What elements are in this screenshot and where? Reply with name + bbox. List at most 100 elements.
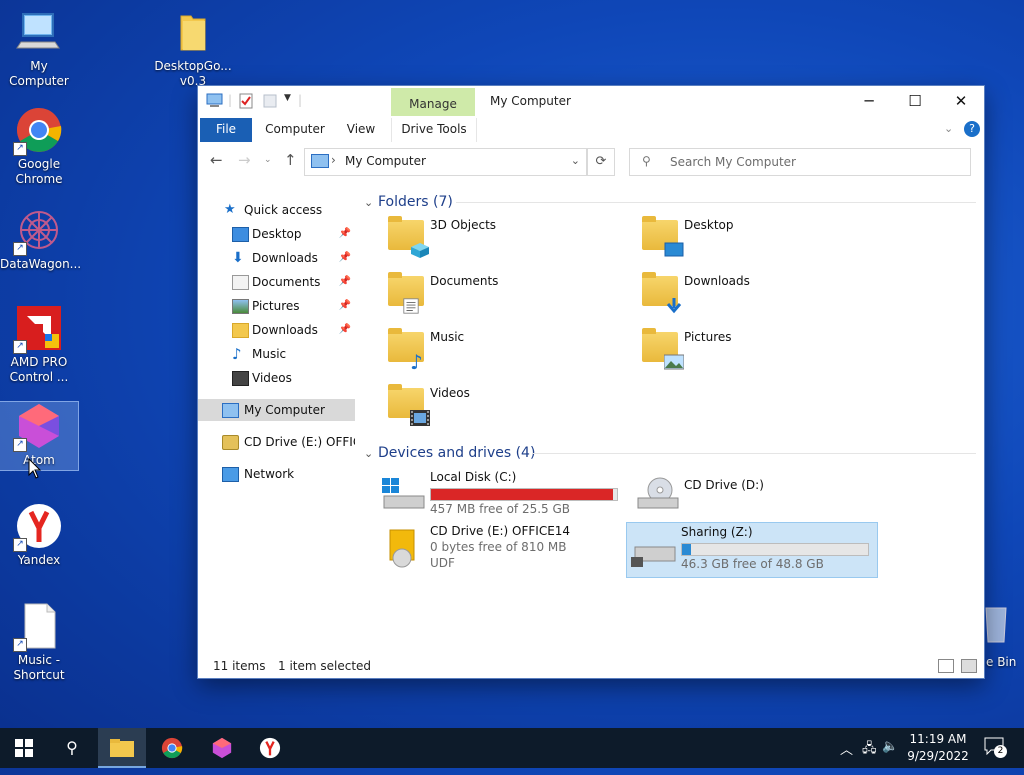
network-tray-icon[interactable]: 🖧 (862, 739, 877, 761)
group-divider (532, 453, 976, 454)
help-icon[interactable]: ? (964, 121, 980, 137)
search-field[interactable]: ⚲ Search My Computer (629, 148, 971, 176)
nav-downloads[interactable]: ⬇ Downloads 📌 (198, 247, 355, 269)
windows-drive-icon (382, 478, 425, 509)
network-icon (222, 467, 239, 482)
folder-tile-3d-objects[interactable]: 3D Objects (380, 208, 628, 260)
drive-name: Local Disk (C:) (430, 470, 517, 484)
folder-tile-pictures[interactable]: Pictures (634, 320, 882, 372)
drive-sharing-z[interactable]: Sharing (Z:) 46.3 GB free of 48.8 GB (626, 522, 878, 578)
new-folder-icon[interactable] (262, 93, 278, 111)
nav-my-computer[interactable]: My Computer (198, 399, 355, 421)
folder-icon (388, 384, 430, 426)
nav-label: Videos (252, 371, 292, 385)
clock[interactable]: 11:19 AM 9/29/2022 (900, 731, 976, 765)
pin-icon[interactable]: 📌 (339, 271, 351, 293)
taskbar-search-button[interactable]: ⚲ (48, 728, 96, 768)
tab-file[interactable]: File (200, 118, 252, 142)
drive-free-space: 457 MB free of 25.5 GB (430, 502, 571, 516)
drive-cd-d[interactable]: CD Drive (D:) (630, 468, 880, 522)
shortcut-arrow-icon: ↗ (13, 142, 27, 156)
nav-desktop[interactable]: Desktop 📌 (198, 223, 355, 245)
ribbon-expand-icon[interactable]: ⌄ (944, 122, 953, 135)
desktop-icon-label: DataWagon... (0, 257, 82, 271)
folder-tile-desktop[interactable]: Desktop (634, 208, 882, 260)
folder-tile-downloads[interactable]: Downloads (634, 264, 882, 316)
folder-icon (110, 739, 134, 757)
explorer-window[interactable]: | ▼ | Manage My Computer ─ ☐ ✕ File Comp… (198, 86, 984, 678)
window-title: My Computer (490, 94, 571, 108)
tab-drive-tools[interactable]: Drive Tools (391, 118, 477, 142)
nav-network[interactable]: Network (198, 463, 355, 485)
nav-label: Desktop (252, 227, 302, 241)
pin-icon[interactable]: 📌 (339, 319, 351, 341)
details-view-icon[interactable] (938, 659, 954, 673)
recent-locations-icon[interactable]: ⌄ (264, 155, 272, 165)
recycle-bin-icon (984, 604, 1014, 652)
desktop-icon-desktopgo[interactable]: DesktopGo... v0.3 (154, 8, 232, 89)
address-dropdown-icon[interactable]: ⌄ (571, 154, 580, 167)
close-button[interactable]: ✕ (938, 86, 984, 116)
address-field[interactable]: › My Computer ⌄ (304, 148, 587, 176)
taskbar-atom[interactable] (198, 728, 246, 768)
windows-logo-icon (15, 739, 33, 757)
minimize-button[interactable]: ─ (846, 86, 892, 116)
pin-icon[interactable]: 📌 (339, 247, 351, 269)
datawagon-icon: ↗ (13, 206, 63, 256)
folder-tile-videos[interactable]: Videos (380, 376, 628, 428)
desktop-icon-my-computer[interactable]: My Computer (0, 8, 78, 89)
desktop-icon-recycle-bin[interactable]: e Bin (980, 604, 1024, 670)
tab-computer[interactable]: Computer (260, 118, 330, 142)
pin-icon[interactable]: 📌 (339, 295, 351, 317)
large-icons-view-icon[interactable] (961, 659, 977, 673)
title-bar[interactable]: | ▼ | Manage My Computer ─ ☐ ✕ (198, 86, 984, 118)
desktop-icon-music-shortcut[interactable]: ↗ Music - Shortcut (0, 602, 78, 683)
tab-manage[interactable]: Manage (391, 88, 475, 116)
back-button[interactable]: ← (210, 151, 223, 169)
nav-label: Downloads (252, 251, 318, 265)
computer-icon (311, 154, 329, 168)
nav-music[interactable]: ♪ Music (198, 343, 355, 365)
desktop-icon-amd-pro[interactable]: ↗ AMD PRO Control ... (0, 304, 78, 385)
desktop-icon-google-chrome[interactable]: ↗ Google Chrome (0, 106, 78, 187)
nav-pictures[interactable]: Pictures 📌 (198, 295, 355, 317)
taskbar-yandex[interactable] (246, 728, 294, 768)
taskbar-chrome[interactable] (148, 728, 196, 768)
properties-icon[interactable] (238, 93, 254, 111)
volume-icon[interactable]: 🔈 (882, 739, 898, 754)
folder-tile-music[interactable]: ♪ Music (380, 320, 628, 372)
maximize-button[interactable]: ☐ (892, 86, 938, 116)
up-button[interactable]: ↑ (284, 151, 297, 169)
nav-videos[interactable]: Videos (198, 367, 355, 389)
music-note-icon: ♪ (410, 350, 423, 374)
refresh-button[interactable]: ⟳ (587, 148, 615, 176)
cd-drive-icon (637, 477, 679, 509)
action-center-button[interactable]: 2 (984, 737, 1007, 758)
drive-local-disk-c[interactable]: Local Disk (C:) 457 MB free of 25.5 GB (376, 468, 626, 522)
document-icon (403, 298, 419, 314)
start-button[interactable] (0, 728, 48, 768)
nav-downloads-folder[interactable]: Downloads 📌 (198, 319, 355, 341)
nav-cd-drive-e[interactable]: CD Drive (E:) OFFICE14 (198, 431, 355, 453)
shortcut-arrow-icon: ↗ (13, 538, 27, 552)
drive-usage-bar (430, 488, 618, 501)
nav-documents[interactable]: Documents 📌 (198, 271, 355, 293)
desktop-icon-label: DesktopGo... v0.3 (154, 59, 232, 88)
pin-icon[interactable]: 📌 (339, 223, 351, 245)
forward-button[interactable]: → (238, 151, 251, 169)
taskbar-file-explorer[interactable] (98, 728, 146, 768)
drives-group-header[interactable]: ⌄ Devices and drives (4) (364, 442, 535, 464)
desktop-icon-yandex[interactable]: ↗ Yandex (0, 502, 78, 568)
desktop-icon-datawagon[interactable]: ↗ DataWagon... (0, 206, 82, 272)
nav-quick-access[interactable]: ★ Quick access (198, 199, 355, 221)
nav-label: Downloads (252, 323, 318, 337)
tray-overflow-chevron-icon[interactable]: ︿ (840, 739, 853, 758)
desktop-icon (232, 227, 249, 242)
folder-tile-documents[interactable]: Documents (380, 264, 628, 316)
drive-cd-e-office14[interactable]: CD Drive (E:) OFFICE14 0 bytes free of 8… (376, 522, 626, 576)
folder-name: 3D Objects (430, 218, 497, 232)
qa-customize-icon[interactable]: ▼ (284, 93, 291, 111)
folder-name: Desktop (684, 218, 734, 232)
tab-view[interactable]: View (338, 118, 384, 142)
search-placeholder: Search My Computer (670, 155, 796, 169)
